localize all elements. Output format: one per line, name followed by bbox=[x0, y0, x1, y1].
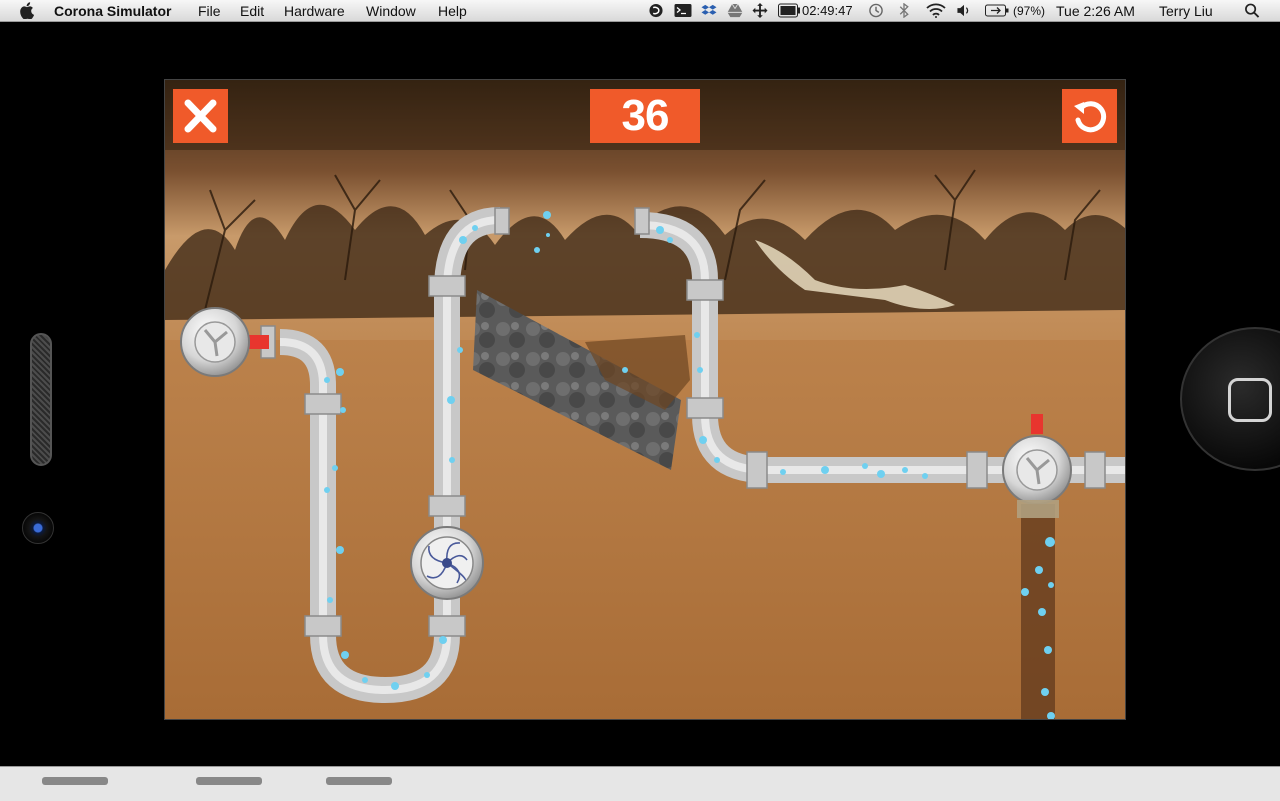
desktop-bottom-strip bbox=[0, 766, 1280, 801]
battery-meter-icon[interactable] bbox=[778, 3, 800, 18]
move-icon[interactable] bbox=[752, 3, 768, 18]
volume-icon[interactable] bbox=[956, 3, 972, 18]
menu-app-name[interactable]: Corona Simulator bbox=[54, 3, 171, 19]
dock-item[interactable] bbox=[42, 777, 108, 785]
volume-rocker[interactable] bbox=[30, 333, 52, 466]
time-machine-icon[interactable] bbox=[868, 3, 884, 18]
apple-icon[interactable] bbox=[20, 2, 36, 19]
camera-icon bbox=[22, 512, 54, 544]
restart-button[interactable] bbox=[1062, 89, 1117, 143]
timer-readout: 02:49:47 bbox=[802, 3, 853, 18]
terminal-icon[interactable] bbox=[674, 3, 692, 18]
menu-file[interactable]: File bbox=[198, 3, 221, 19]
game-screen[interactable]: 36 bbox=[164, 79, 1126, 720]
restart-icon bbox=[1074, 101, 1107, 133]
score-counter: 36 bbox=[621, 91, 670, 140]
home-square-icon bbox=[1228, 378, 1272, 422]
skype-icon[interactable] bbox=[648, 3, 664, 18]
battery-percent: (97%) bbox=[1013, 4, 1046, 18]
menubar-user[interactable]: Terry Liu bbox=[1159, 3, 1213, 19]
close-x-icon bbox=[184, 99, 217, 133]
dock-item[interactable] bbox=[326, 777, 392, 785]
dock-item[interactable] bbox=[196, 777, 262, 785]
menu-window[interactable]: Window bbox=[366, 3, 416, 19]
pipe-game-scene[interactable] bbox=[165, 80, 1126, 720]
wifi-icon[interactable] bbox=[926, 3, 946, 18]
menu-edit[interactable]: Edit bbox=[240, 3, 264, 19]
drive-icon[interactable] bbox=[727, 3, 743, 18]
menubar-clock[interactable]: Tue 2:26 AM bbox=[1056, 3, 1135, 19]
close-button[interactable] bbox=[173, 89, 228, 143]
bluetooth-icon[interactable] bbox=[898, 3, 910, 18]
dropbox-icon[interactable] bbox=[701, 3, 717, 18]
battery-icon[interactable] bbox=[985, 3, 1009, 18]
menu-hardware[interactable]: Hardware bbox=[284, 3, 345, 19]
menu-bar: Corona Simulator File Edit Hardware Wind… bbox=[0, 0, 1280, 22]
spotlight-icon[interactable] bbox=[1244, 3, 1260, 18]
score-box: 36 bbox=[590, 89, 700, 143]
menu-help[interactable]: Help bbox=[438, 3, 467, 19]
